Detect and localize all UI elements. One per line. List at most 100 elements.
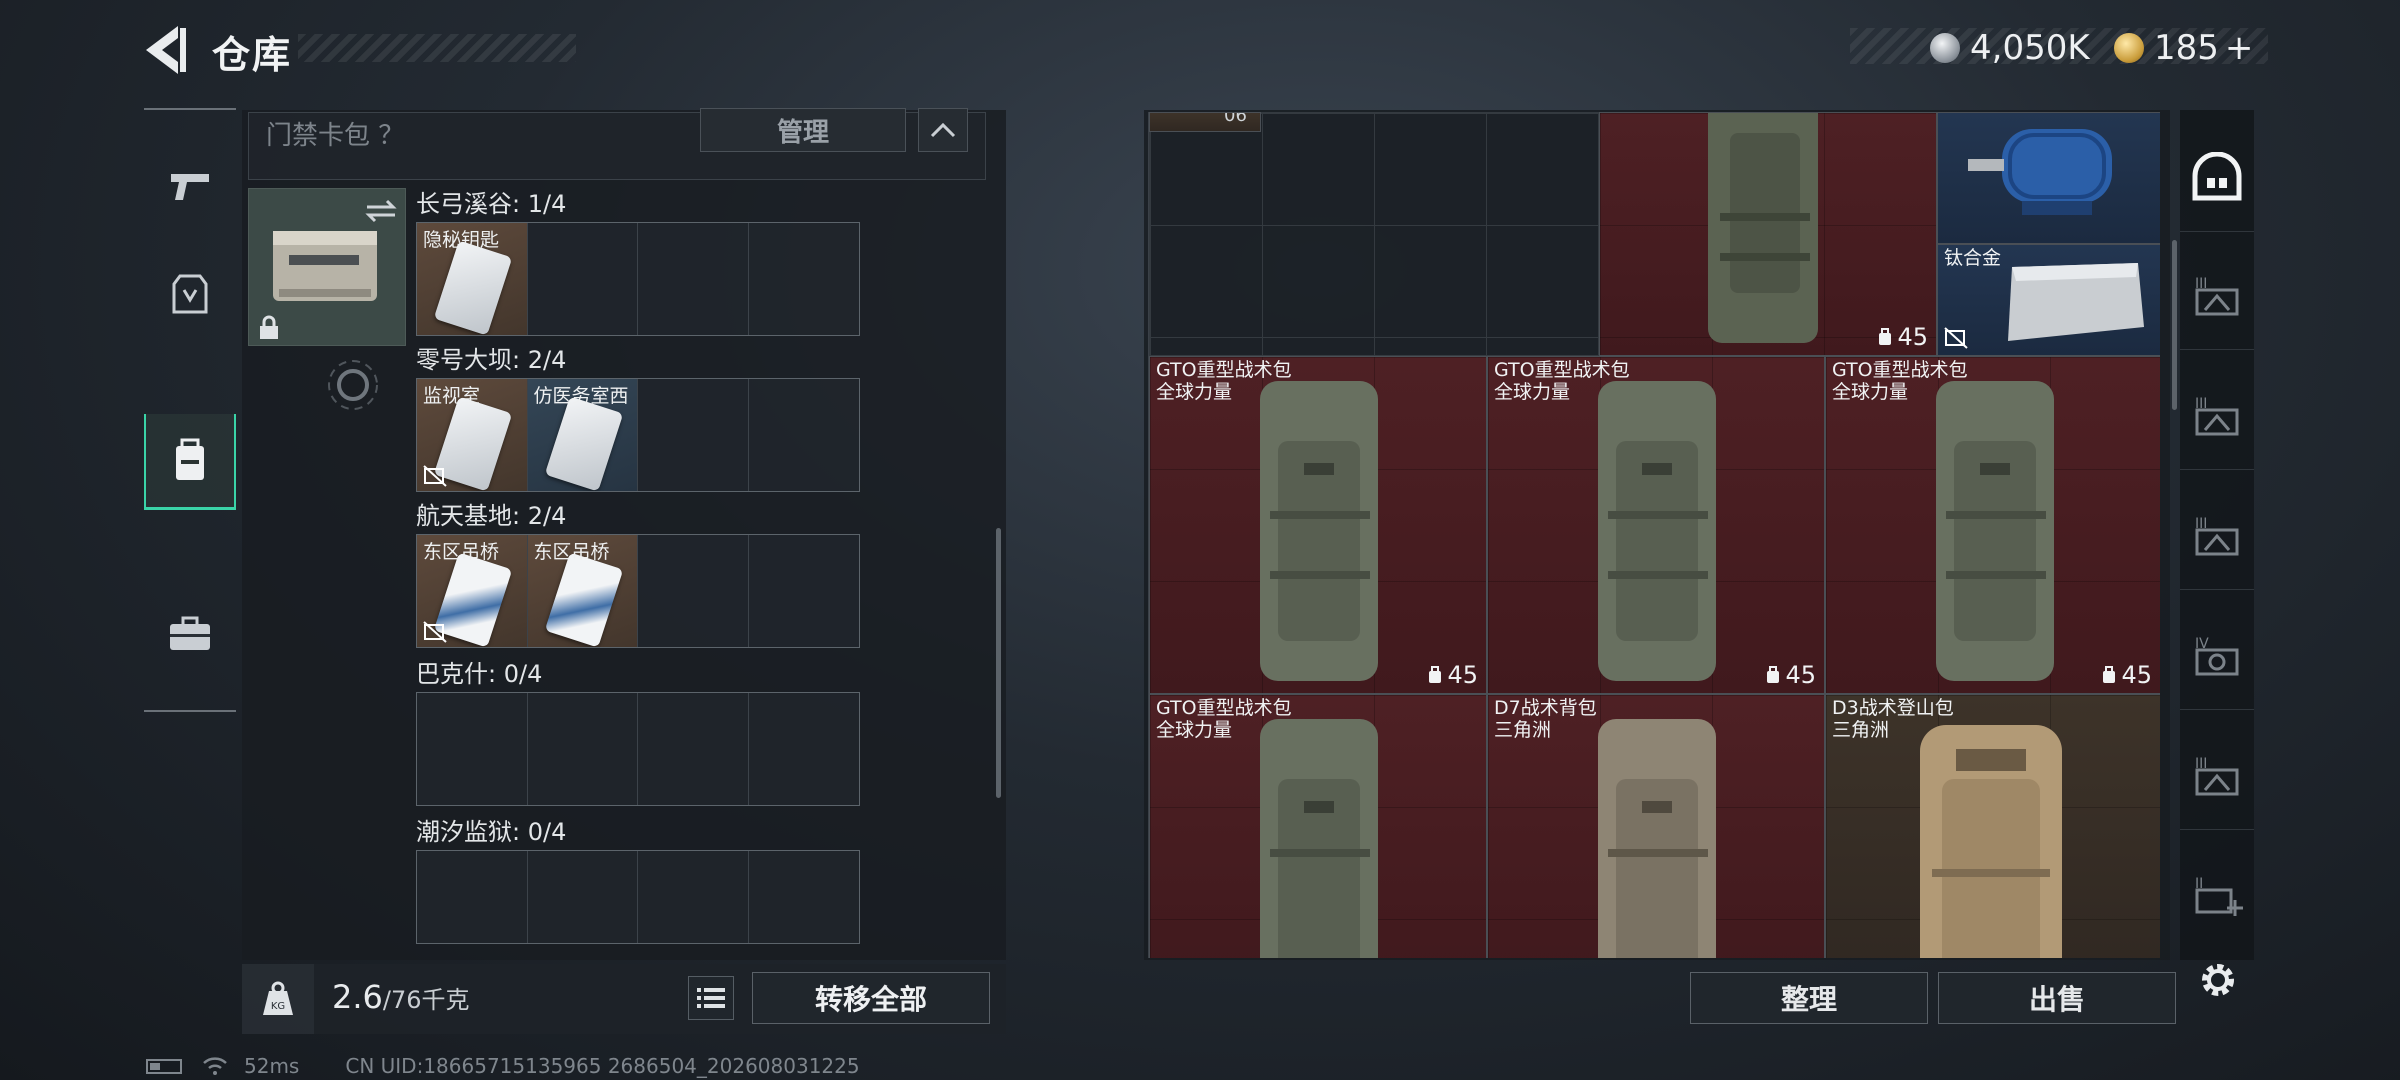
keycard-slot[interactable]: 仿医务室西 xyxy=(527,379,638,491)
weight-icon: KG xyxy=(263,981,293,1015)
svg-text:KG: KG xyxy=(271,1001,285,1012)
keycard-slot[interactable]: 监视室 xyxy=(417,379,528,491)
settings-button[interactable] xyxy=(2190,952,2246,1008)
backpack-icon xyxy=(176,438,204,480)
empty-slot[interactable] xyxy=(638,535,749,647)
tab-add-container[interactable]: II xyxy=(2180,840,2254,950)
left-scrollbar[interactable] xyxy=(996,528,1001,798)
tab-container-1[interactable]: III xyxy=(2180,240,2254,350)
empty-slot[interactable] xyxy=(527,851,638,943)
sell-button[interactable]: 出售 xyxy=(1938,972,2176,1024)
item-name: D7战术背包 三角洲 xyxy=(1494,697,1597,741)
item-name: D3战术登山包 三角洲 xyxy=(1832,697,1954,741)
weight-current: 2.6 xyxy=(332,978,383,1016)
empty-slot[interactable] xyxy=(417,693,528,805)
empty-slot[interactable] xyxy=(638,223,749,335)
tab-container-2[interactable]: III xyxy=(2180,360,2254,470)
ping-readout: 52ms xyxy=(244,1054,300,1078)
vest-icon xyxy=(172,274,208,314)
nav-armor[interactable] xyxy=(144,246,236,342)
stash-item-titanium[interactable]: 钛合金 xyxy=(1937,244,2160,356)
no-card-icon xyxy=(423,621,447,643)
item-name: GTO重型战术包 全球力量 xyxy=(1156,697,1292,741)
stash-grid: 06 45 钛合金 GTO重型战术包 全球力量 45 GTO重型战术包 全球力量… xyxy=(1148,112,2160,958)
manage-button[interactable]: 管理 xyxy=(700,108,906,152)
backpack-image xyxy=(1708,113,1818,343)
stash-item-gto-2[interactable]: GTO重型战术包 全球力量 45 xyxy=(1487,356,1825,694)
battery-icon xyxy=(146,1059,182,1074)
container-icon: IV xyxy=(2195,636,2239,675)
list-view-button[interactable] xyxy=(688,976,734,1020)
empty-slot[interactable] xyxy=(638,851,749,943)
keycard-slot[interactable]: 东区吊桥 xyxy=(417,535,528,647)
empty-slot[interactable] xyxy=(638,693,749,805)
region-slots-longbow: 隐秘钥匙 xyxy=(416,222,860,336)
empty-slot[interactable] xyxy=(527,223,638,335)
keycard-name: 东区吊桥 xyxy=(423,541,500,563)
weight-max: /76千克 xyxy=(382,986,470,1014)
pistol-icon xyxy=(171,174,209,200)
keycard-case[interactable] xyxy=(248,188,406,346)
keycard-image xyxy=(544,396,623,491)
item-partial-label: 06 xyxy=(1224,112,1247,126)
gold-amount: 185 xyxy=(2154,28,2219,68)
tab-container-4[interactable]: IV xyxy=(2180,600,2254,710)
silver-currency[interactable]: 4,050K xyxy=(1930,28,2090,68)
empty-area[interactable] xyxy=(1149,112,1599,356)
collapse-button[interactable] xyxy=(918,108,968,152)
keycard-name: 监视室 xyxy=(423,385,481,407)
empty-slot[interactable] xyxy=(748,223,859,335)
item-quantity: 45 xyxy=(1877,323,1928,351)
gold-currency[interactable]: 185 + xyxy=(2114,28,2253,68)
back-button[interactable] xyxy=(140,22,190,78)
stash-scrollbar[interactable] xyxy=(2172,240,2177,410)
stash-item-motor[interactable] xyxy=(1937,112,2160,244)
category-nav xyxy=(144,108,236,712)
gold-coin-icon xyxy=(2114,33,2144,63)
wifi-icon xyxy=(203,1057,227,1075)
empty-slot[interactable] xyxy=(417,851,528,943)
region-slots-dam: 监视室 仿医务室西 xyxy=(416,378,860,492)
region-label-longbow: 长弓溪谷: 1/4 xyxy=(416,190,567,218)
empty-slot[interactable] xyxy=(748,379,859,491)
tab-stash-main[interactable] xyxy=(2180,122,2254,232)
region-label-dam: 零号大坝: 2/4 xyxy=(416,346,567,374)
briefcase-icon xyxy=(170,616,210,650)
lock-icon xyxy=(260,315,278,339)
stash-item-gto-4[interactable]: GTO重型战术包 全球力量 xyxy=(1149,694,1487,958)
stash-item-gto-1[interactable]: GTO重型战术包 全球力量 45 xyxy=(1149,356,1487,694)
empty-slot[interactable] xyxy=(638,379,749,491)
container-icon: III xyxy=(2195,396,2239,435)
empty-slot[interactable] xyxy=(748,693,859,805)
sort-button[interactable]: 整理 xyxy=(1690,972,1928,1024)
empty-slot[interactable] xyxy=(748,851,859,943)
stash-item-stub[interactable]: 06 xyxy=(1149,112,1261,132)
stash-item-d3[interactable]: D3战术登山包 三角洲 xyxy=(1825,694,2160,958)
add-currency-button[interactable]: + xyxy=(2225,28,2254,68)
keycard-slot[interactable]: 东区吊桥 xyxy=(527,535,638,647)
tab-container-5[interactable]: III xyxy=(2180,720,2254,830)
region-label-spacebase: 航天基地: 2/4 xyxy=(416,502,567,530)
no-card-icon xyxy=(423,465,447,487)
transfer-all-button[interactable]: 转移全部 xyxy=(752,972,990,1024)
nav-case[interactable] xyxy=(144,586,236,682)
container-icon: III xyxy=(2195,756,2239,795)
empty-slot[interactable] xyxy=(748,535,859,647)
keycard-title[interactable]: 门禁卡包 ？ xyxy=(266,115,404,152)
capacity-icon xyxy=(1879,328,1892,345)
weight-icon-box: KG xyxy=(242,964,314,1034)
keycard-name: 东区吊桥 xyxy=(533,541,610,563)
empty-slot[interactable] xyxy=(527,693,638,805)
stash-item-backpack[interactable]: 45 xyxy=(1599,112,1937,356)
swap-icon[interactable] xyxy=(363,197,399,225)
list-icon xyxy=(697,988,725,1008)
keycard-slot[interactable]: 隐秘钥匙 xyxy=(417,223,528,335)
back-arrow-icon xyxy=(146,26,186,74)
item-quantity: 45 xyxy=(1765,661,1816,689)
tab-container-3[interactable]: III xyxy=(2180,480,2254,590)
stash-item-d7[interactable]: D7战术背包 三角洲 xyxy=(1487,694,1825,958)
case-slot-indicator xyxy=(320,352,386,418)
nav-weapons[interactable] xyxy=(144,138,236,234)
nav-backpack[interactable] xyxy=(144,414,236,510)
stash-item-gto-3[interactable]: GTO重型战术包 全球力量 45 xyxy=(1825,356,2160,694)
